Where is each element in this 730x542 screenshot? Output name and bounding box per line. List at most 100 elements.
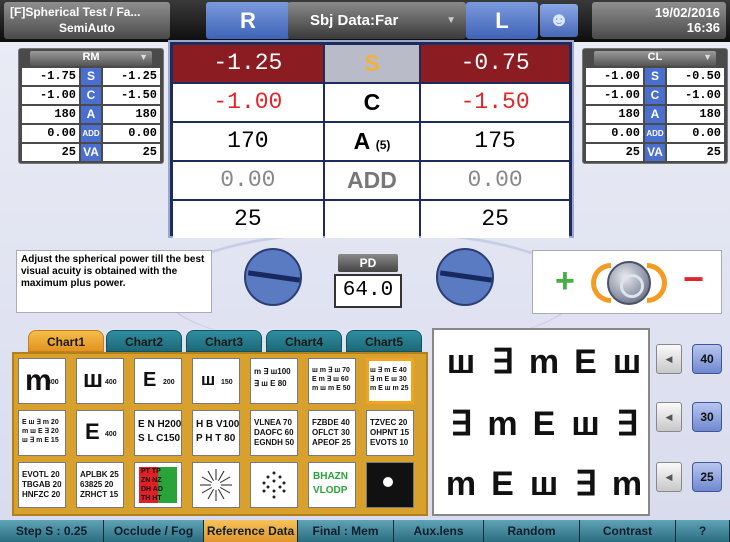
datetime-display: 19/02/2016 16:36 <box>592 2 726 39</box>
aux-lens-button[interactable]: Aux.lens <box>394 520 484 542</box>
left-axis-value[interactable]: 175 <box>421 123 569 160</box>
add-label[interactable]: ADD <box>324 162 420 199</box>
chart-cell-text: PT TP ZN NZ DH AD TH HT <box>141 468 163 502</box>
rm-select[interactable]: RM ▼ <box>30 51 152 66</box>
chart-cell-astig-clock[interactable] <box>192 462 240 508</box>
chart-cell-text: ш ∃ m E 40 ∃ m E ш 30 m E ш m 25 <box>370 367 409 392</box>
subject-data-select[interactable]: Sbj Data:Far ▼ <box>288 2 466 39</box>
left-lens-icon[interactable] <box>436 248 494 306</box>
right-add-value[interactable]: 0.00 <box>173 162 323 199</box>
chart-cell-red-green[interactable]: PT TP ZN NZ DH AD TH HT <box>134 462 182 508</box>
rm-r-axis: 180 <box>22 106 79 123</box>
chart-cell-letters-40-25[interactable]: FZBDE 40 OFLCT 30 APEOF 25 <box>308 410 356 456</box>
chart-cell-dot[interactable] <box>366 462 414 508</box>
chart-cell-letters-200-150[interactable]: E N H200 S L C150 <box>134 410 182 456</box>
tab-chart2[interactable]: Chart2 <box>106 330 182 352</box>
chart-cell-size: 200 <box>163 379 175 386</box>
select-row-toggle[interactable]: ◀ <box>656 402 682 432</box>
chart-cell-e400[interactable]: E 400 <box>76 410 124 456</box>
right-eye-button[interactable]: R <box>206 2 290 39</box>
contrast-button[interactable]: Contrast <box>580 520 676 542</box>
axis-label-cell[interactable]: A (5) <box>324 123 420 160</box>
left-eye-button[interactable]: L <box>466 2 538 39</box>
rm-label-add: ADD <box>81 125 101 142</box>
pd-box[interactable]: PD 64.0 <box>330 254 406 312</box>
chart-cell-letters-100-80[interactable]: H B V100 P H T 80 <box>192 410 240 456</box>
optotype: E <box>491 465 514 503</box>
test-title[interactable]: [F]Spherical Test / Fa... SemiAuto <box>4 2 170 39</box>
chart-cell-polarized[interactable]: BHAZN VLODP <box>308 462 356 508</box>
chart-cell-70-50[interactable]: ш m ∃ ш 70 E m ∃ ш 60 m ш m E 50 <box>308 358 356 404</box>
sphere-row: -1.25 S -0.75 <box>173 45 569 82</box>
chart-cell-100-80[interactable]: m ∃ ш100 ∃ ш E 80 <box>250 358 298 404</box>
rm-r-add: 0.00 <box>22 125 79 142</box>
right-sphere-value[interactable]: -1.25 <box>173 45 323 82</box>
cl-r-cyl: -1.00 <box>586 87 643 104</box>
chart-cell-w400[interactable]: ш 400 <box>76 358 124 404</box>
test-title-line1: [F]Spherical Test / Fa... <box>10 5 141 19</box>
cl-label-a: A <box>645 106 665 123</box>
tab-chart5[interactable]: Chart5 <box>346 330 422 352</box>
chart-cell-glyph: E <box>85 419 100 444</box>
cl-l-va: 25 <box>667 144 724 161</box>
right-axis-value[interactable]: 170 <box>173 123 323 160</box>
right-cylinder-value[interactable]: -1.00 <box>173 84 323 121</box>
va-label[interactable] <box>324 201 420 238</box>
cylinder-label[interactable]: C <box>324 84 420 121</box>
chart-cell-w150[interactable]: ш 150 <box>192 358 240 404</box>
random-button[interactable]: Random <box>484 520 580 542</box>
chart-cell-letters-70-50[interactable]: VLNEA 70 DAOFC 60 EGNDH 50 <box>250 410 298 456</box>
chart-cell-20-15[interactable]: E ш ∃ m 20 m ш E ∃ 20 ш ∃ m E 15 <box>18 410 66 456</box>
minus-icon[interactable]: − <box>683 259 704 299</box>
final-mem-button[interactable]: Final : Mem <box>298 520 394 542</box>
select-row-toggle[interactable]: ◀ <box>656 344 682 374</box>
rm-row-va: 25 VA 25 <box>22 144 160 161</box>
chart-cell-letters-20[interactable]: EVOTL 20 TBGAB 20 HNFZC 20 <box>18 462 66 508</box>
plus-icon[interactable]: + <box>555 261 575 301</box>
optotype: m <box>528 343 560 381</box>
chart-cell-40-25[interactable]: ш ∃ m E 40 ∃ m E ш 30 m E ш m 25 <box>366 358 414 404</box>
chart-cell-text: APLBK 25 63825 20 ZRHCT 15 <box>80 470 119 499</box>
size-selector-40: ◀ 40 <box>656 344 726 376</box>
left-va-value[interactable]: 25 <box>421 201 569 238</box>
chart-cell-m800[interactable]: m 800 <box>18 358 66 404</box>
rm-row-add: 0.00 ADD 0.00 <box>22 125 160 142</box>
size-button-25[interactable]: 25 <box>692 462 722 492</box>
right-lens-icon[interactable] <box>244 248 302 306</box>
rm-label-c: C <box>81 87 101 104</box>
left-sphere-value[interactable]: -0.75 <box>421 45 569 82</box>
size-button-30[interactable]: 30 <box>692 402 722 432</box>
chart-cell-letters-20-10[interactable]: TZVEC 20 OHPNT 15 EVOTS 10 <box>366 410 414 456</box>
step-s-button[interactable]: Step S : 0.25 <box>0 520 104 542</box>
tab-chart4[interactable]: Chart4 <box>266 330 342 352</box>
size-button-40[interactable]: 40 <box>692 344 722 374</box>
cylinder-row: -1.00 C -1.50 <box>173 84 569 121</box>
right-va-value[interactable]: 25 <box>173 201 323 238</box>
rm-r-sph: -1.75 <box>22 68 79 85</box>
chart-cell-mixed-25-15[interactable]: APLBK 25 63825 20 ZRHCT 15 <box>76 462 124 508</box>
occlude-fog-button[interactable]: Occlude / Fog <box>104 520 204 542</box>
optotype-row-30: ∃ m E ш ∃ <box>442 404 646 444</box>
left-add-value[interactable]: 0.00 <box>421 162 569 199</box>
reference-data-button[interactable]: Reference Data <box>204 520 298 542</box>
chart-cell-size: 400 <box>105 379 117 386</box>
cl-l-add: 0.00 <box>667 125 724 142</box>
chart-cell-dot-pattern[interactable] <box>250 462 298 508</box>
select-row-toggle[interactable]: ◀ <box>656 462 682 492</box>
chart-cell-e200[interactable]: E 200 <box>134 358 182 404</box>
dial-knob-icon[interactable] <box>607 261 651 305</box>
rm-label-a: A <box>81 106 101 123</box>
sphere-label[interactable]: S <box>324 45 420 82</box>
tab-chart3[interactable]: Chart3 <box>186 330 262 352</box>
tab-chart1[interactable]: Chart1 <box>28 330 104 352</box>
astigmatism-clock-icon <box>200 469 232 501</box>
left-cylinder-value[interactable]: -1.50 <box>421 84 569 121</box>
chart-grid: m 800 ш 400 E 200 ш 150 m ∃ ш100 ∃ ш E 8… <box>12 352 428 516</box>
cl-select[interactable]: CL ▼ <box>594 51 716 66</box>
user-icon[interactable]: ☻ <box>540 4 578 37</box>
rm-row-s: -1.75 S -1.25 <box>22 68 160 85</box>
help-button[interactable]: ? <box>676 520 730 542</box>
cl-l-axis: 180 <box>667 106 724 123</box>
cl-label-add: ADD <box>645 125 665 142</box>
optotype: ш <box>446 343 476 381</box>
